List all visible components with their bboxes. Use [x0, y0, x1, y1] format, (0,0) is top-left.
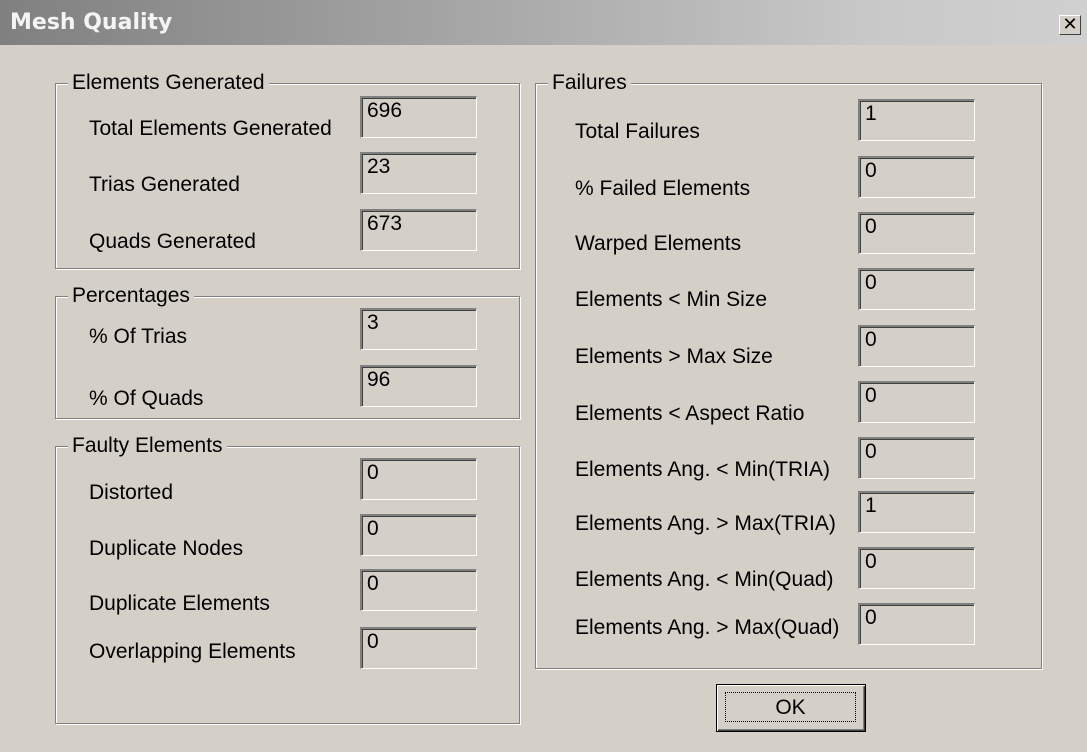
overlapping-elements-label: Overlapping Elements: [89, 640, 296, 663]
ang-max-quad-label: Elements Ang. > Max(Quad): [575, 616, 840, 639]
elements-generated-legend: Elements Generated: [68, 71, 269, 95]
min-size-label: Elements < Min Size: [575, 288, 767, 311]
percent-trias-label: % Of Trias: [89, 325, 188, 348]
percent-quads-label: % Of Quads: [89, 387, 204, 410]
percentages-legend: Percentages: [68, 284, 194, 308]
trias-generated-label: Trias Generated: [89, 173, 240, 196]
failures-legend: Failures: [548, 71, 631, 95]
duplicate-elements-field[interactable]: 0: [360, 569, 477, 611]
ang-min-tria-field[interactable]: 0: [858, 437, 975, 479]
percent-quads-field[interactable]: 96: [360, 365, 477, 407]
min-size-field[interactable]: 0: [858, 268, 975, 310]
close-icon: ✕: [1062, 14, 1078, 34]
quads-generated-label: Quads Generated: [89, 230, 256, 253]
max-size-label: Elements > Max Size: [575, 345, 773, 368]
ok-button-label: OK: [725, 692, 856, 722]
total-failures-label: Total Failures: [575, 120, 700, 143]
aspect-ratio-field[interactable]: 0: [858, 381, 975, 423]
warped-elements-field[interactable]: 0: [858, 212, 975, 254]
failed-elements-percent-label: % Failed Elements: [575, 177, 751, 200]
distorted-field[interactable]: 0: [360, 458, 477, 500]
duplicate-nodes-field[interactable]: 0: [360, 514, 477, 556]
ang-max-quad-field[interactable]: 0: [858, 603, 975, 645]
ang-min-quad-label: Elements Ang. < Min(Quad): [575, 568, 834, 591]
window-title: Mesh Quality: [10, 10, 173, 35]
title-bar: Mesh Quality ✕: [0, 0, 1087, 45]
ok-button[interactable]: OK: [716, 684, 866, 732]
faulty-elements-legend: Faulty Elements: [68, 434, 227, 458]
total-elements-label: Total Elements Generated: [89, 117, 332, 140]
ang-min-quad-field[interactable]: 0: [858, 547, 975, 589]
aspect-ratio-label: Elements < Aspect Ratio: [575, 402, 805, 425]
percent-trias-field[interactable]: 3: [360, 308, 477, 350]
duplicate-elements-label: Duplicate Elements: [89, 592, 270, 615]
distorted-label: Distorted: [89, 481, 174, 504]
duplicate-nodes-label: Duplicate Nodes: [89, 537, 244, 560]
ang-min-tria-label: Elements Ang. < Min(TRIA): [575, 458, 831, 481]
quads-generated-field[interactable]: 673: [360, 209, 477, 251]
trias-generated-field[interactable]: 23: [360, 152, 477, 194]
max-size-field[interactable]: 0: [858, 325, 975, 367]
ang-max-tria-field[interactable]: 1: [858, 491, 975, 533]
warped-elements-label: Warped Elements: [575, 232, 742, 255]
close-button[interactable]: ✕: [1059, 15, 1081, 35]
total-failures-field[interactable]: 1: [858, 99, 975, 141]
total-elements-field[interactable]: 696: [360, 96, 477, 138]
overlapping-elements-field[interactable]: 0: [360, 627, 477, 669]
failed-elements-percent-field[interactable]: 0: [858, 156, 975, 198]
ang-max-tria-label: Elements Ang. > Max(TRIA): [575, 512, 836, 535]
